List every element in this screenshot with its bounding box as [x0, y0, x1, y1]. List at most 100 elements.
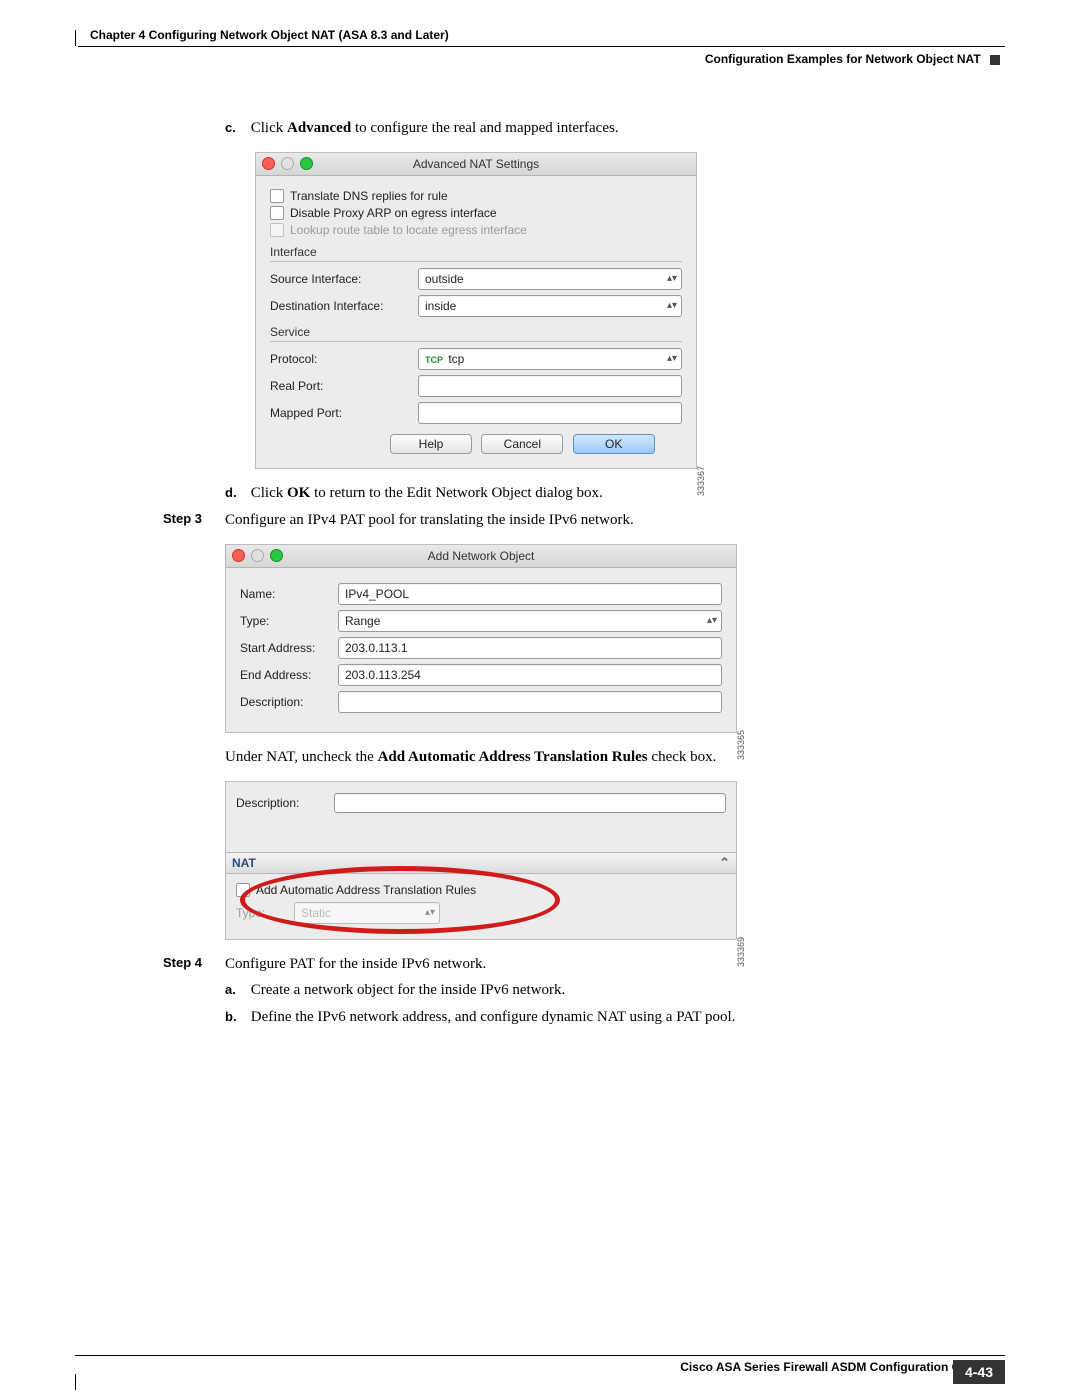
bullet-d: d.: [225, 484, 247, 502]
collapse-icon[interactable]: ⌃: [719, 855, 730, 871]
dialog-titlebar: Add Network Object: [226, 545, 736, 568]
name-label: Name:: [240, 587, 330, 601]
source-interface-label: Source Interface:: [270, 272, 410, 286]
type-select[interactable]: Range ▴▾: [338, 610, 722, 632]
description-label: Description:: [240, 695, 330, 709]
item-b: b. Define the IPv6 network address, and …: [225, 1007, 1000, 1027]
dialog-title: Add Network Object: [428, 549, 535, 563]
input-value: 203.0.113.254: [345, 668, 421, 682]
description-input[interactable]: [334, 793, 726, 813]
item-a: a. Create a network object for the insid…: [225, 980, 1000, 1000]
add-network-object-dialog: Add Network Object Name: IPv4_POOL Type:…: [225, 544, 737, 733]
step-text: Configure PAT for the inside IPv6 networ…: [225, 956, 486, 972]
header-square-icon: [990, 55, 1000, 65]
text: to configure the real and mapped interfa…: [351, 120, 618, 136]
minimize-icon[interactable]: [251, 549, 264, 562]
tcp-icon: TCP: [425, 355, 443, 365]
header-rule: [78, 46, 1005, 47]
text: check box.: [648, 749, 717, 765]
type-label: Type:: [236, 906, 286, 920]
item-d: d. Click OK to return to the Edit Networ…: [225, 483, 1000, 503]
close-icon[interactable]: [262, 157, 275, 170]
start-address-input[interactable]: 203.0.113.1: [338, 637, 722, 659]
close-icon[interactable]: [232, 549, 245, 562]
nat-group-header[interactable]: NAT ⌃: [226, 852, 736, 874]
name-input[interactable]: IPv4_POOL: [338, 583, 722, 605]
input-value: IPv4_POOL: [345, 587, 409, 601]
protocol-select[interactable]: TCP tcp ▴▾: [418, 348, 682, 370]
advanced-nat-settings-dialog: Advanced NAT Settings Translate DNS repl…: [255, 152, 697, 469]
real-port-label: Real Port:: [270, 379, 410, 393]
text: Under NAT, uncheck the: [225, 749, 378, 765]
fieldset-service: Service: [270, 325, 682, 339]
ok-button[interactable]: OK: [573, 434, 655, 454]
dialog-titlebar: Advanced NAT Settings: [256, 153, 696, 176]
section-header: Configuration Examples for Network Objec…: [705, 52, 1000, 66]
checkbox-icon[interactable]: [270, 206, 284, 220]
text-bold: Add Automatic Address Translation Rules: [378, 749, 648, 765]
text: to return to the Edit Network Object dia…: [310, 485, 602, 501]
destination-interface-select[interactable]: inside ▴▾: [418, 295, 682, 317]
fieldset-interface: Interface: [270, 245, 682, 259]
mapped-port-input[interactable]: [418, 402, 682, 424]
checkbox-row[interactable]: Add Automatic Address Translation Rules: [236, 883, 726, 897]
text-bold: OK: [287, 485, 310, 501]
chapter-header: Chapter 4 Configuring Network Object NAT…: [90, 28, 449, 42]
checkbox-row[interactable]: Translate DNS replies for rule: [270, 189, 682, 203]
end-address-input[interactable]: 203.0.113.254: [338, 664, 722, 686]
checkbox-row-disabled: Lookup route table to locate egress inte…: [270, 223, 682, 237]
zoom-icon[interactable]: [270, 549, 283, 562]
checkbox-label: Translate DNS replies for rule: [290, 189, 448, 203]
bullet-a: a.: [225, 981, 247, 999]
minimize-icon[interactable]: [281, 157, 294, 170]
checkbox-label: Disable Proxy ARP on egress interface: [290, 206, 497, 220]
under-nat-text: Under NAT, uncheck the Add Automatic Add…: [225, 747, 1000, 767]
protocol-label: Protocol:: [270, 352, 410, 366]
checkbox-icon[interactable]: [236, 883, 250, 897]
select-value: tcp: [448, 352, 464, 366]
select-value: Range: [345, 614, 380, 628]
help-button[interactable]: Help: [390, 434, 472, 454]
group-title: NAT: [232, 856, 256, 870]
text: Define the IPv6 network address, and con…: [251, 1009, 736, 1025]
end-address-label: End Address:: [240, 668, 330, 682]
window-controls[interactable]: [262, 157, 313, 170]
input-value: 203.0.113.1: [345, 641, 408, 655]
source-interface-select[interactable]: outside ▴▾: [418, 268, 682, 290]
type-select-disabled: Static ▴▾: [294, 902, 440, 924]
cancel-button[interactable]: Cancel: [481, 434, 563, 454]
destination-interface-label: Destination Interface:: [270, 299, 410, 313]
real-port-input[interactable]: [418, 375, 682, 397]
chevron-updown-icon: ▴▾: [425, 906, 435, 920]
description-input[interactable]: [338, 691, 722, 713]
zoom-icon[interactable]: [300, 157, 313, 170]
start-address-label: Start Address:: [240, 641, 330, 655]
figure-id: 333365: [736, 730, 746, 760]
checkbox-row[interactable]: Disable Proxy ARP on egress interface: [270, 206, 682, 220]
type-label: Type:: [240, 614, 330, 628]
item-c: c. Click Advanced to configure the real …: [225, 118, 1000, 138]
checkbox-icon: [270, 223, 284, 237]
figure-id: 333367: [696, 466, 706, 496]
bullet-b: b.: [225, 1008, 247, 1026]
mapped-port-label: Mapped Port:: [270, 406, 410, 420]
page-footer: Cisco ASA Series Firewall ASDM Configura…: [75, 1355, 1005, 1374]
chevron-updown-icon: ▴▾: [707, 614, 717, 628]
step-3: Step 3 Configure an IPv4 PAT pool for tr…: [225, 510, 1000, 530]
text: Click: [251, 120, 287, 136]
footer-rule: [75, 1355, 1005, 1356]
step-text: Configure an IPv4 PAT pool for translati…: [225, 512, 634, 528]
bullet-c: c.: [225, 119, 247, 137]
chevron-updown-icon: ▴▾: [667, 299, 677, 313]
text-bold: Advanced: [287, 120, 351, 136]
step-label: Step 4: [163, 954, 202, 972]
text: Click: [251, 485, 287, 501]
page-number: 4-43: [953, 1360, 1005, 1384]
step-4: Step 4 Configure PAT for the inside IPv6…: [225, 954, 1000, 974]
chevron-updown-icon: ▴▾: [667, 272, 677, 286]
select-value: Static: [301, 906, 331, 920]
crop-mark: [75, 1374, 76, 1390]
checkbox-label: Lookup route table to locate egress inte…: [290, 223, 527, 237]
checkbox-icon[interactable]: [270, 189, 284, 203]
window-controls[interactable]: [232, 549, 283, 562]
